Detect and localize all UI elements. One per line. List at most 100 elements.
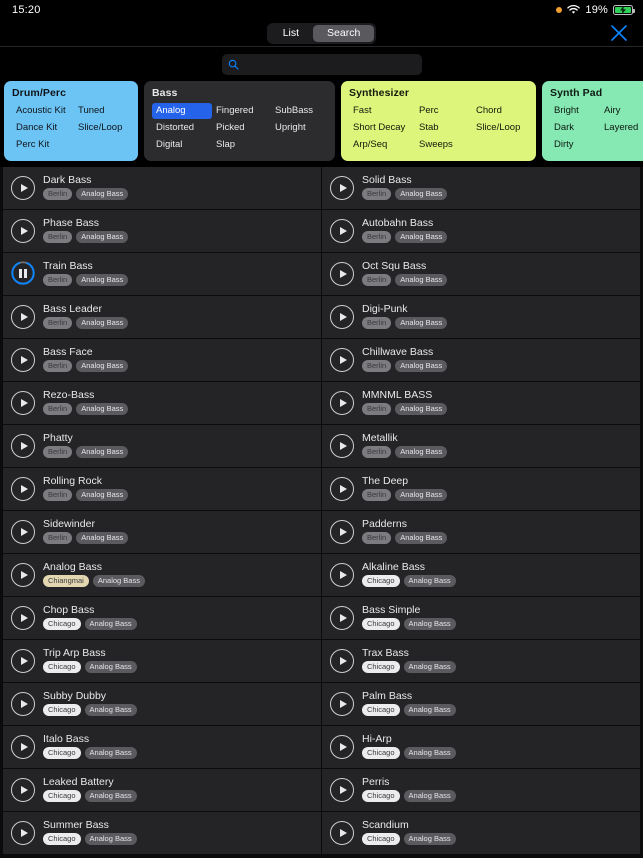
tab-search[interactable]: Search [313,24,375,42]
list-item[interactable]: Subby Dubby Chicago Analog Bass [3,682,321,725]
category-option-fast[interactable]: Fast [349,103,415,119]
category-option-subbass[interactable]: SubBass [271,103,327,119]
category-panel-synth-pad[interactable]: Synth Pad Bright Airy Dark Layered Dirty [542,81,643,161]
play-button[interactable] [330,820,354,845]
list-item[interactable]: Alkaline Bass Chicago Analog Bass [322,553,640,596]
category-option-sweeps[interactable]: Sweeps [415,137,472,153]
list-item[interactable]: Sidewinder Berlin Analog Bass [3,510,321,553]
category-option-picked[interactable]: Picked [212,120,271,136]
play-button[interactable] [11,820,35,845]
category-option-dirty[interactable]: Dirty [550,137,600,153]
category-option-layered[interactable]: Layered [600,120,642,136]
play-button[interactable] [11,648,35,673]
play-button[interactable] [11,605,35,630]
play-button[interactable] [330,261,354,286]
category-option-stab[interactable]: Stab [415,120,472,136]
category-option-tuned[interactable]: Tuned [74,103,130,119]
category-option-bright[interactable]: Bright [550,103,600,119]
list-item[interactable]: Train Bass Berlin Analog Bass [3,252,321,295]
list-item[interactable]: Analog Bass Chiangmai Analog Bass [3,553,321,596]
list-item[interactable]: Bass Face Berlin Analog Bass [3,338,321,381]
list-item[interactable]: Palm Bass Chicago Analog Bass [322,682,640,725]
play-button[interactable] [330,777,354,802]
category-option-dance-kit[interactable]: Dance Kit [12,120,74,136]
play-button[interactable] [330,304,354,329]
close-button[interactable] [608,22,630,44]
play-button[interactable] [330,562,354,587]
search-input[interactable] [243,58,416,70]
play-button[interactable] [330,476,354,501]
results-list[interactable]: Dark Bass Berlin Analog Bass Phase Bass Berl… [0,166,643,858]
play-button[interactable] [11,519,35,544]
category-option-digital[interactable]: Digital [152,137,212,153]
category-option-distorted[interactable]: Distorted [152,120,212,136]
category-panel-synthesizer[interactable]: Synthesizer Fast Perc Chord Short Decay … [341,81,536,161]
category-option-slice-loop[interactable]: Slice/Loop [472,120,528,136]
play-button[interactable] [330,175,354,200]
category-option-dark[interactable]: Dark [550,120,600,136]
category-option-fingered[interactable]: Fingered [212,103,271,119]
list-item[interactable]: Solid Bass Berlin Analog Bass [322,166,640,209]
list-item[interactable]: Oct Squ Bass Berlin Analog Bass [322,252,640,295]
play-button[interactable] [330,519,354,544]
list-item[interactable]: MMNML BASS Berlin Analog Bass [322,381,640,424]
play-button[interactable] [11,777,35,802]
pause-button[interactable] [10,261,35,286]
play-button[interactable] [11,433,35,458]
play-button[interactable] [11,562,35,587]
play-button[interactable] [330,390,354,415]
play-button[interactable] [330,691,354,716]
list-item[interactable]: Bass Leader Berlin Analog Bass [3,295,321,338]
list-item[interactable]: Padderns Berlin Analog Bass [322,510,640,553]
list-item[interactable]: Trax Bass Chicago Analog Bass [322,639,640,682]
view-mode-segmented-control[interactable]: List Search [266,22,377,44]
list-item[interactable]: Chillwave Bass Berlin Analog Bass [322,338,640,381]
list-item[interactable]: Phase Bass Berlin Analog Bass [3,209,321,252]
list-item[interactable]: Summer Bass Chicago Analog Bass [3,811,321,854]
play-button[interactable] [11,175,35,200]
category-option-analog[interactable]: Analog [152,103,212,119]
category-option-acoustic-kit[interactable]: Acoustic Kit [12,103,74,119]
list-item[interactable]: Bass Simple Chicago Analog Bass [322,596,640,639]
list-item[interactable]: Italo Bass Chicago Analog Bass [3,725,321,768]
list-item[interactable]: Trip Arp Bass Chicago Analog Bass [3,639,321,682]
play-button[interactable] [330,218,354,243]
list-item[interactable]: Phatty Berlin Analog Bass [3,424,321,467]
list-item[interactable]: Metallik Berlin Analog Bass [322,424,640,467]
category-option-chord[interactable]: Chord [472,103,528,119]
list-item[interactable]: Hi-Arp Chicago Analog Bass [322,725,640,768]
play-button[interactable] [11,476,35,501]
play-button[interactable] [330,433,354,458]
list-item[interactable]: Rezo-Bass Berlin Analog Bass [3,381,321,424]
play-button[interactable] [330,347,354,372]
play-button[interactable] [11,734,35,759]
list-item[interactable]: Digi-Punk Berlin Analog Bass [322,295,640,338]
list-item[interactable]: Autobahn Bass Berlin Analog Bass [322,209,640,252]
list-item[interactable]: The Deep Berlin Analog Bass [322,467,640,510]
list-item[interactable]: Perris Chicago Analog Bass [322,768,640,811]
category-option-slap[interactable]: Slap [212,137,271,153]
category-option-perc-kit[interactable]: Perc Kit [12,137,74,153]
category-option-airy[interactable]: Airy [600,103,642,119]
tab-list[interactable]: List [269,25,313,42]
play-button[interactable] [11,347,35,372]
category-panel-drum-perc[interactable]: Drum/Perc Acoustic Kit Tuned Dance Kit S… [4,81,138,161]
play-button[interactable] [11,218,35,243]
category-option-perc[interactable]: Perc [415,103,472,119]
play-button[interactable] [330,605,354,630]
list-item[interactable]: Leaked Battery Chicago Analog Bass [3,768,321,811]
category-option-upright[interactable]: Upright [271,120,327,136]
category-option-arp-seq[interactable]: Arp/Seq [349,137,415,153]
list-item[interactable]: Dark Bass Berlin Analog Bass [3,166,321,209]
category-panel-bass[interactable]: Bass Analog Fingered SubBass Distorted P… [144,81,335,161]
play-button[interactable] [11,304,35,329]
play-button[interactable] [11,390,35,415]
list-item[interactable]: Rolling Rock Berlin Analog Bass [3,467,321,510]
play-button[interactable] [11,691,35,716]
list-item[interactable]: Scandium Chicago Analog Bass [322,811,640,854]
list-item[interactable]: Chop Bass Chicago Analog Bass [3,596,321,639]
category-option-slice-loop[interactable]: Slice/Loop [74,120,130,136]
play-button[interactable] [330,648,354,673]
category-option-short-decay[interactable]: Short Decay [349,120,415,136]
play-button[interactable] [330,734,354,759]
